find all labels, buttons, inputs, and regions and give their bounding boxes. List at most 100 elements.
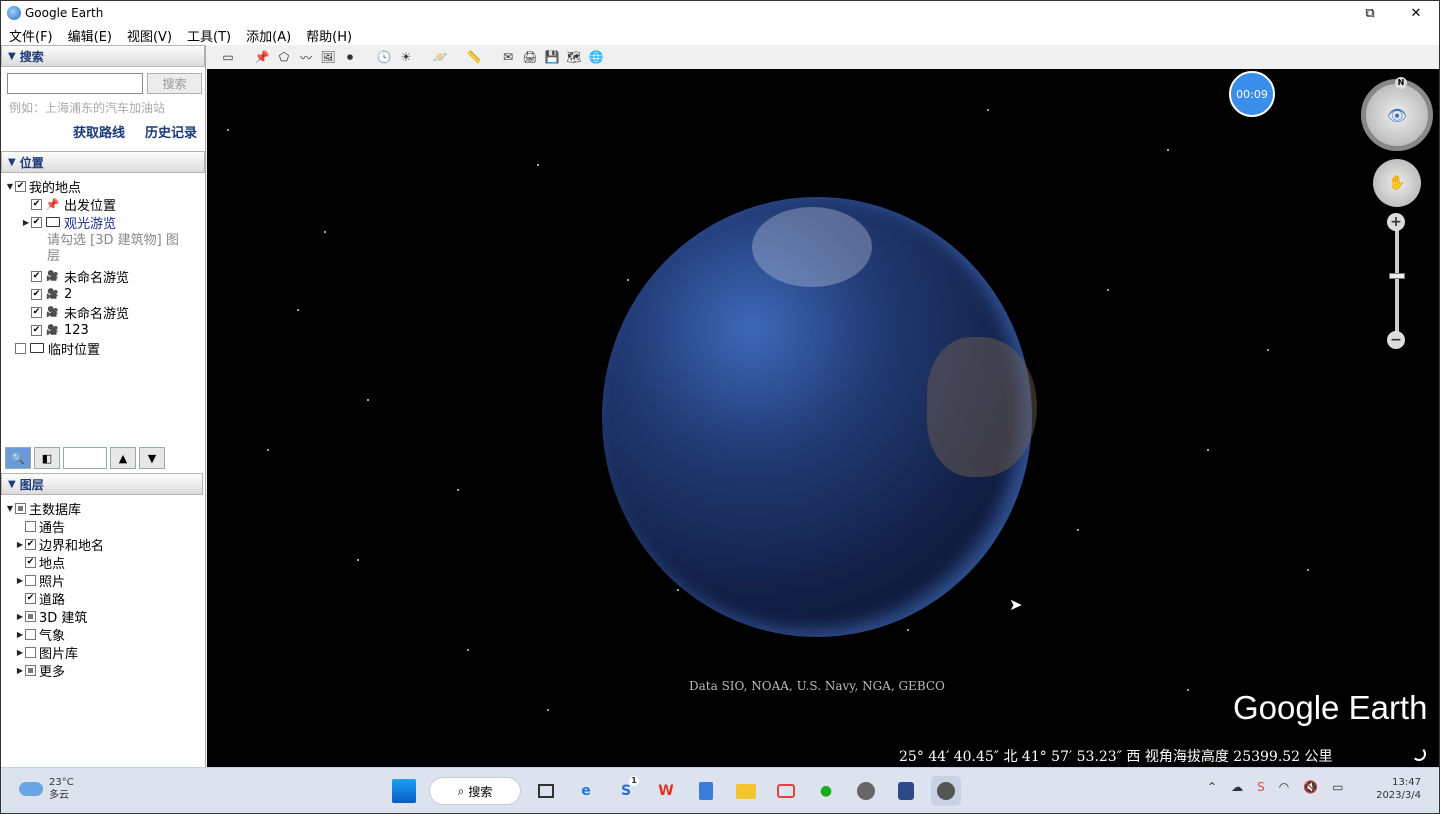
start-button[interactable]: [389, 776, 419, 806]
move-down-button[interactable]: ▼: [139, 447, 165, 469]
visibility-checkbox[interactable]: [15, 180, 26, 192]
look-eye-icon[interactable]: 👁: [1387, 106, 1407, 125]
places-item[interactable]: 临时位置: [1, 339, 205, 358]
menu-help[interactable]: 帮助(H): [306, 26, 352, 45]
layer-checkbox[interactable]: [25, 520, 36, 532]
wps-button[interactable]: W: [651, 776, 681, 806]
layer-item[interactable]: ▶ 3D 建筑: [1, 607, 203, 626]
layer-checkbox[interactable]: [25, 556, 36, 568]
zoom-out-button[interactable]: −: [1387, 331, 1405, 349]
places-item[interactable]: 🎥 未命名游览: [1, 267, 205, 286]
get-directions-link[interactable]: 获取路线: [73, 122, 125, 141]
historical-imagery-button[interactable]: 🕓: [373, 47, 395, 67]
notepad-button[interactable]: [691, 776, 721, 806]
weather-widget[interactable]: 23°C 多云: [19, 776, 74, 802]
app-button[interactable]: [771, 776, 801, 806]
places-item[interactable]: 🎥 123: [1, 321, 205, 339]
hand-icon[interactable]: ✋: [1388, 175, 1405, 191]
layer-item[interactable]: ▶ 气象: [1, 625, 203, 644]
save-image-button[interactable]: 💾: [541, 47, 563, 67]
close-button[interactable]: ✕: [1393, 1, 1439, 25]
visibility-checkbox[interactable]: [31, 306, 42, 318]
navigation-compass[interactable]: N 👁: [1361, 77, 1433, 151]
restore-button[interactable]: ⧉: [1347, 1, 1393, 25]
visibility-checkbox[interactable]: [31, 198, 42, 210]
layer-checkbox[interactable]: [25, 592, 36, 604]
menu-add[interactable]: 添加(A): [246, 26, 291, 45]
zoom-in-button[interactable]: +: [1387, 213, 1405, 231]
layer-checkbox[interactable]: [25, 610, 36, 622]
tour-timer[interactable]: 00:09: [1229, 71, 1275, 117]
sogou-tray-icon[interactable]: S: [1257, 780, 1265, 794]
visibility-checkbox[interactable]: [31, 270, 42, 282]
places-item[interactable]: ▶ 观光游览: [1, 213, 205, 232]
menu-view[interactable]: 视图(V): [127, 26, 172, 45]
layer-item[interactable]: ▼ 主数据库: [1, 499, 203, 518]
places-item[interactable]: 🎥2: [1, 285, 205, 303]
layer-item[interactable]: ▶ 照片: [1, 571, 203, 590]
file-explorer-button[interactable]: [731, 776, 761, 806]
path-button[interactable]: 〰: [295, 47, 317, 67]
layer-item[interactable]: 道路: [1, 589, 203, 608]
expand-arrow-icon[interactable]: ▶: [15, 612, 25, 621]
wifi-icon[interactable]: ◠: [1279, 780, 1289, 794]
taskbar-search[interactable]: ⌕ 搜索: [429, 777, 521, 805]
zoom-slider[interactable]: + −: [1387, 213, 1407, 349]
zoom-track[interactable]: [1395, 223, 1399, 339]
expand-arrow-icon[interactable]: ▶: [15, 540, 25, 549]
earth-button[interactable]: 🌐: [585, 47, 607, 67]
polygon-button[interactable]: ⬠: [273, 47, 295, 67]
print-button[interactable]: 🖨: [519, 47, 541, 67]
layer-checkbox[interactable]: [25, 538, 36, 550]
google-earth-taskbar-button[interactable]: [931, 776, 961, 806]
record-tour-button[interactable]: ⏺: [339, 47, 361, 67]
visibility-checkbox[interactable]: [31, 216, 42, 228]
history-link[interactable]: 历史记录: [145, 122, 197, 141]
pan-control[interactable]: ✋: [1373, 159, 1421, 207]
edge-browser-button[interactable]: e: [571, 776, 601, 806]
expand-arrow-icon[interactable]: ▶: [15, 576, 25, 585]
view-in-maps-button[interactable]: 🗺: [563, 47, 585, 67]
search-places-button[interactable]: 🔍: [5, 447, 31, 469]
places-filter-input[interactable]: [63, 447, 107, 469]
placemark-button[interactable]: 📌: [251, 47, 273, 67]
layer-checkbox[interactable]: [25, 646, 36, 658]
layer-item[interactable]: 地点: [1, 553, 203, 572]
layer-checkbox[interactable]: [25, 574, 36, 586]
panel-toggle-button[interactable]: ◧: [34, 447, 60, 469]
expand-arrow-icon[interactable]: ▼: [5, 504, 15, 513]
onedrive-icon[interactable]: ☁: [1231, 780, 1243, 794]
menu-edit[interactable]: 编辑(E): [68, 26, 112, 45]
layer-item[interactable]: ▶ 更多: [1, 661, 203, 680]
search-button[interactable]: 搜索: [147, 73, 202, 94]
email-button[interactable]: ✉: [497, 47, 519, 67]
search-input[interactable]: [7, 73, 143, 94]
sunlight-button[interactable]: ☀: [395, 47, 417, 67]
earth-view[interactable]: 00:09 N 👁 ✋ + − Data SIO, NOAA, U.S. Nav…: [207, 69, 1439, 767]
layer-item[interactable]: 通告: [1, 517, 203, 536]
places-item[interactable]: ▼ 我的地点: [1, 177, 205, 196]
places-item[interactable]: 🎥 未命名游览: [1, 303, 205, 322]
image-overlay-button[interactable]: 🖼: [317, 47, 339, 67]
chevron-up-icon[interactable]: ⌃: [1207, 780, 1217, 794]
layer-checkbox[interactable]: [15, 502, 26, 514]
visibility-checkbox[interactable]: [31, 288, 42, 300]
sogou-button[interactable]: S 1: [611, 776, 641, 806]
expand-arrow-icon[interactable]: ▼: [5, 182, 15, 191]
places-panel-header[interactable]: ▼ 位置: [1, 151, 205, 173]
visibility-checkbox[interactable]: [15, 342, 26, 354]
wechat-button[interactable]: ●: [811, 776, 841, 806]
layers-panel-header[interactable]: ▼ 图层: [1, 473, 203, 495]
planets-button[interactable]: 🪐: [429, 47, 451, 67]
app-button-3[interactable]: [891, 776, 921, 806]
places-item[interactable]: 请勾选 [3D 建筑物] 图层: [1, 231, 205, 267]
layer-item[interactable]: ▶ 边界和地名: [1, 535, 203, 554]
expand-arrow-icon[interactable]: ▶: [15, 630, 25, 639]
battery-icon[interactable]: ▭: [1332, 780, 1343, 794]
sidebar-toggle-button[interactable]: ▭: [217, 47, 239, 67]
move-up-button[interactable]: ▲: [110, 447, 136, 469]
volume-mute-icon[interactable]: 🔇: [1303, 780, 1318, 794]
zoom-thumb[interactable]: [1389, 273, 1405, 279]
expand-arrow-icon[interactable]: ▶: [15, 648, 25, 657]
layer-item[interactable]: ▶ 图片库: [1, 643, 203, 662]
